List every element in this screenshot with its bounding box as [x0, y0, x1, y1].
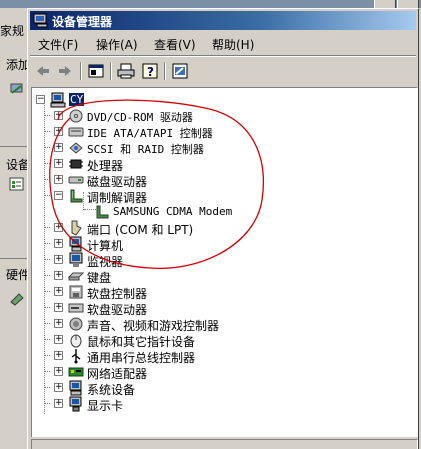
device-manager-shortcut-icon[interactable]: [9, 176, 25, 192]
usb-icon: [71, 349, 81, 364]
network-adapter-icon: [68, 367, 84, 377]
expand-button[interactable]: +: [54, 399, 63, 408]
expand-button[interactable]: +: [54, 223, 63, 232]
menu-bar: 文件(F) 操作(A) 查看(V) 帮助(H): [30, 33, 416, 53]
tree-item-label: 端口 (COM 和 LPT): [87, 223, 194, 237]
background-label-1: 家规: [0, 24, 25, 38]
computer-icon: [50, 92, 66, 108]
tree-item-label: 处理器: [87, 159, 124, 173]
modem-icon: [70, 189, 83, 203]
expand-button[interactable]: +: [54, 271, 63, 280]
window-title: 设备管理器: [52, 15, 113, 29]
expand-button[interactable]: +: [54, 383, 63, 392]
collapse-button[interactable]: −: [54, 191, 63, 200]
tree-item-label: 显示卡: [87, 399, 124, 413]
print-icon[interactable]: [116, 62, 136, 80]
expand-button[interactable]: +: [54, 175, 63, 184]
background-side-panel: 家规 添加 设备 硬件: [0, 8, 30, 449]
tree-item-label: 监视器: [87, 255, 124, 269]
mouse-icon: [70, 334, 82, 348]
device-tree-pane[interactable]: − CY + DVD/CD-ROM 驱动器 + IDE ATA/ATAPI 控制器 + S…: [31, 87, 418, 437]
tree-item-label: 鼠标和其它指针设备: [87, 335, 196, 349]
back-arrow-icon[interactable]: [33, 62, 53, 80]
expand-button[interactable]: +: [54, 287, 63, 296]
processor-icon: [69, 159, 83, 169]
tree-item-label: IDE ATA/ATAPI 控制器: [87, 127, 213, 140]
tree-item-label: SCSI 和 RAID 控制器: [87, 143, 204, 156]
add-hardware-icon[interactable]: [9, 80, 25, 96]
menu-file[interactable]: 文件(F): [38, 36, 78, 53]
tree-item-label: 声音、视频和游戏控制器: [87, 319, 220, 333]
menu-view[interactable]: 查看(V): [154, 36, 196, 53]
modem-device-icon: [96, 205, 109, 219]
system-device-icon: [69, 380, 82, 396]
expand-button[interactable]: +: [54, 303, 63, 312]
expand-button[interactable]: +: [54, 351, 63, 360]
hardware-profile-icon[interactable]: [9, 290, 25, 306]
tree-root-label: CY: [69, 93, 85, 106]
keyboard-icon: [68, 272, 84, 281]
scsi-controller-icon: [69, 142, 83, 154]
menu-action[interactable]: 操作(A): [96, 36, 138, 53]
ide-controller-icon: [68, 127, 84, 137]
title-bar[interactable]: 设备管理器: [30, 11, 416, 30]
tree-item-label: 计算机: [87, 239, 124, 253]
properties-icon[interactable]: [86, 62, 106, 80]
tree-item-label: 键盘: [87, 271, 112, 285]
cdrom-icon: [69, 109, 83, 123]
expand-button[interactable]: +: [54, 319, 63, 328]
help-icon[interactable]: ?: [140, 62, 160, 80]
expand-button[interactable]: +: [54, 127, 63, 136]
expand-button[interactable]: +: [54, 111, 63, 120]
tree-item-label: 系统设备: [87, 383, 136, 397]
status-bar: [31, 439, 418, 449]
device-manager-icon: [33, 13, 48, 28]
svg-text:?: ?: [147, 65, 154, 79]
monitor-icon: [69, 252, 83, 267]
disk-drive-icon: [68, 176, 84, 184]
sound-icon: [69, 317, 83, 331]
device-manager-window: 设备管理器 文件(F) 操作(A) 查看(V) 帮助(H) ? − CY + D…: [27, 8, 419, 449]
tree-item-label: 网络适配器: [87, 367, 148, 381]
expand-button[interactable]: +: [54, 335, 63, 344]
floppy-controller-icon: [69, 285, 83, 299]
tree-item-label: 软盘控制器: [87, 287, 148, 301]
tree-item-label: 软盘驱动器: [87, 303, 148, 317]
floppy-drive-icon: [68, 303, 84, 313]
tree-item-label: DVD/CD-ROM 驱动器: [87, 111, 193, 124]
expand-button[interactable]: +: [54, 255, 63, 264]
refresh-icon[interactable]: [170, 62, 190, 80]
tree-item-label: SAMSUNG CDMA Modem: [113, 205, 233, 218]
expand-button[interactable]: +: [54, 239, 63, 248]
tree-root-collapse-button[interactable]: −: [36, 95, 45, 104]
menu-help[interactable]: 帮助(H): [212, 36, 254, 53]
tree-item-label: 磁盘驱动器: [87, 175, 148, 189]
computer-icon: [69, 236, 82, 252]
expand-button[interactable]: +: [54, 367, 63, 376]
display-adapter-icon: [69, 396, 82, 412]
background-window-titlebar: [0, 0, 421, 8]
toolbar: ?: [30, 58, 416, 84]
background-close-button[interactable]: [397, 0, 419, 8]
expand-button[interactable]: +: [54, 143, 63, 152]
expand-button[interactable]: +: [54, 159, 63, 168]
forward-arrow-icon[interactable]: [55, 62, 75, 80]
tree-item-label: 通用串行总线控制器: [87, 351, 196, 365]
port-icon: [71, 220, 82, 236]
menu-separator: [30, 55, 416, 57]
background-maximize-button[interactable]: [374, 0, 396, 8]
